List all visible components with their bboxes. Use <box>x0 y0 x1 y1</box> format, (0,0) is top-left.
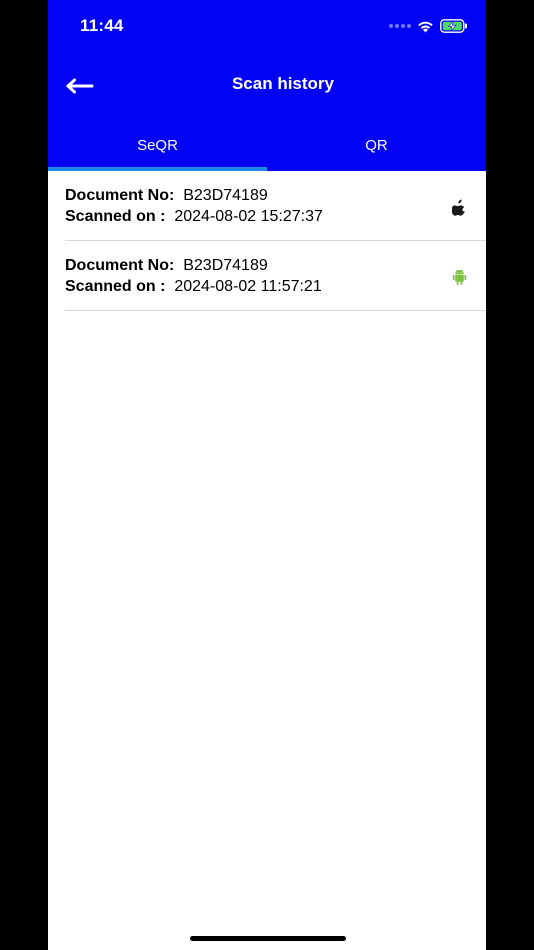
scanned-on-value: 2024-08-02 15:27:37 <box>174 208 323 225</box>
document-no-value: B23D74189 <box>183 187 268 204</box>
scanned-on-label: Scanned on : <box>65 208 166 225</box>
status-time: 11:44 <box>80 16 124 35</box>
battery-charging-icon <box>440 19 467 33</box>
status-icons <box>389 17 468 35</box>
tab-bar: SeQR QR <box>48 127 486 171</box>
wifi-icon <box>418 21 433 32</box>
page-title: Scan history <box>231 74 335 93</box>
apple-icon <box>451 198 467 216</box>
android-icon <box>451 268 467 286</box>
document-no-value: B23D74189 <box>183 257 268 274</box>
tab-seqr[interactable]: SeQR <box>48 127 267 171</box>
list-item[interactable]: Document No: B23D74189 Scanned on : 2024… <box>65 241 486 311</box>
document-no-label: Document No: <box>65 187 175 204</box>
signal-icon <box>389 24 411 28</box>
scan-history-list: Document No: B23D74189 Scanned on : 2024… <box>48 171 486 311</box>
document-no-label: Document No: <box>65 257 175 274</box>
list-item[interactable]: Document No: B23D74189 Scanned on : 2024… <box>65 171 486 241</box>
home-indicator[interactable] <box>190 936 346 941</box>
screen: 11:44 Scan history SeQR QR Document No: … <box>48 0 486 950</box>
app-bar: 11:44 Scan history SeQR QR <box>48 0 486 171</box>
scanned-on-value: 2024-08-02 11:57:21 <box>174 278 322 295</box>
tab-qr[interactable]: QR <box>267 127 486 171</box>
scanned-on-label: Scanned on : <box>65 278 166 295</box>
